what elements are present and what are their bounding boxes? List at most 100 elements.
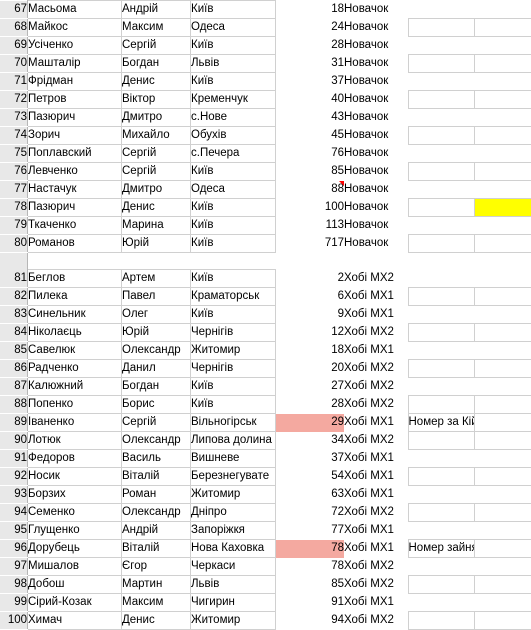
cell-number[interactable]: 18 (276, 342, 345, 360)
table-row[interactable]: 95ГлущенкоАндрійЗапоріжкя77Хобі МХ1 (0, 522, 531, 540)
table-row[interactable]: 77НастачукДмитроОдеса88Новачок (0, 181, 531, 199)
cell-category[interactable]: Новачок (344, 163, 408, 181)
cell-city[interactable]: Київ (191, 73, 276, 91)
cell-extra[interactable] (474, 163, 531, 181)
table-row[interactable]: 99Сірий-КозакМаксимЧигирин91Хобі МХ1 (0, 594, 531, 612)
cell-extra[interactable] (474, 594, 531, 612)
cell-note[interactable] (408, 360, 474, 378)
cell-extra[interactable] (474, 127, 531, 145)
cell-note[interactable] (408, 396, 474, 414)
table-row[interactable]: 90ЛотюкОлександрЛипова долина34Хобі МХ2 (0, 432, 531, 450)
cell-number[interactable]: 12 (276, 324, 345, 342)
cell-category[interactable]: Новачок (344, 19, 408, 37)
cell-surname[interactable]: Носик (28, 468, 122, 486)
table-row[interactable]: 82ПилекаПавелКраматорськ6Хобі МХ1 (0, 288, 531, 306)
cell-first-name[interactable]: Юрій (122, 324, 191, 342)
cell-first-name[interactable]: Олександр (122, 342, 191, 360)
cell-note[interactable] (408, 612, 474, 630)
cell-category[interactable]: Новачок (344, 181, 408, 199)
cell-first-name[interactable]: Олег (122, 306, 191, 324)
cell-category[interactable]: Новачок (344, 235, 408, 253)
cell-city[interactable]: Чернігів (191, 324, 276, 342)
cell-category[interactable]: Хобі МХ2 (344, 558, 408, 576)
cell-number[interactable]: 28 (276, 396, 345, 414)
row-header[interactable]: 75 (0, 145, 28, 163)
cell-note[interactable] (408, 91, 474, 109)
cell-first-name[interactable]: Андрій (122, 1, 191, 19)
row-header[interactable]: 95 (0, 522, 28, 540)
cell-number[interactable]: 717 (276, 235, 345, 253)
cell-surname[interactable]: Зорич (28, 127, 122, 145)
cell-extra[interactable] (474, 270, 531, 288)
cell-number[interactable]: 37 (276, 450, 345, 468)
cell-category[interactable]: Новачок (344, 1, 408, 19)
cell-surname[interactable]: Пазюрич (28, 109, 122, 127)
table-row[interactable]: 70МашталірБогданЛьвів31Новачок (0, 55, 531, 73)
row-header[interactable]: 81 (0, 270, 28, 288)
cell-number[interactable]: 34 (276, 432, 345, 450)
cell-note[interactable] (408, 109, 474, 127)
cell-first-name[interactable]: Денис (122, 199, 191, 217)
cell-first-name[interactable]: Андрій (122, 522, 191, 540)
cell-note[interactable] (408, 504, 474, 522)
cell-surname[interactable]: Левченко (28, 163, 122, 181)
cell-category[interactable]: Новачок (344, 73, 408, 91)
cell-city[interactable]: Одеса (191, 181, 276, 199)
cell-first-name[interactable]: Михайло (122, 127, 191, 145)
cell-category[interactable]: Хобі МХ2 (344, 396, 408, 414)
cell-number[interactable]: 63 (276, 486, 345, 504)
cell-surname[interactable]: Глущенко (28, 522, 122, 540)
cell-extra[interactable] (474, 145, 531, 163)
row-header[interactable]: 76 (0, 163, 28, 181)
cell-city[interactable]: Київ (191, 270, 276, 288)
cell-extra[interactable] (474, 612, 531, 630)
cell-extra[interactable] (474, 181, 531, 199)
cell-extra[interactable] (474, 342, 531, 360)
cell-first-name[interactable]: Віталій (122, 468, 191, 486)
row-header[interactable]: 70 (0, 55, 28, 73)
cell-first-name[interactable]: Павел (122, 288, 191, 306)
cell-note[interactable] (408, 486, 474, 504)
cell-category[interactable]: Хобі МХ1 (344, 522, 408, 540)
table-row[interactable]: 89ІваненкоСергійВільногірськ29Хобі МХ1Но… (0, 414, 531, 432)
cell-note[interactable] (408, 432, 474, 450)
row-header[interactable]: 98 (0, 576, 28, 594)
cell-category[interactable]: Хобі МХ2 (344, 576, 408, 594)
table-row[interactable]: 97МишаловЄгорЧеркаси78Хобі МХ2 (0, 558, 531, 576)
cell-extra[interactable] (474, 19, 531, 37)
cell-number[interactable]: 37 (276, 73, 345, 91)
cell-extra[interactable] (474, 235, 531, 253)
cell-category[interactable]: Новачок (344, 55, 408, 73)
cell-note[interactable] (408, 306, 474, 324)
cell-number[interactable]: 28 (276, 37, 345, 55)
cell-city[interactable]: Одеса (191, 19, 276, 37)
cell-category[interactable]: Хобі МХ1 (344, 342, 408, 360)
cell-surname[interactable]: Савелюк (28, 342, 122, 360)
row-header[interactable]: 92 (0, 468, 28, 486)
row-header[interactable]: 77 (0, 181, 28, 199)
cell-surname[interactable]: Синельник (28, 306, 122, 324)
row-header[interactable]: 87 (0, 378, 28, 396)
cell-extra[interactable] (474, 1, 531, 19)
cell-extra[interactable] (474, 55, 531, 73)
cell-category[interactable]: Хобі МХ2 (344, 324, 408, 342)
row-header[interactable]: 91 (0, 450, 28, 468)
cell-surname[interactable]: Попенко (28, 396, 122, 414)
cell-city[interactable]: Черкаси (191, 558, 276, 576)
row-header[interactable]: 72 (0, 91, 28, 109)
cell-note[interactable] (408, 181, 474, 199)
cell-surname[interactable]: Федоров (28, 450, 122, 468)
cell-note[interactable] (408, 576, 474, 594)
cell-extra[interactable] (474, 396, 531, 414)
cell-extra[interactable] (474, 37, 531, 55)
cell-note[interactable] (408, 127, 474, 145)
cell-city[interactable]: Кременчук (191, 91, 276, 109)
cell-city[interactable]: Київ (191, 37, 276, 55)
cell-first-name[interactable]: Василь (122, 450, 191, 468)
cell-city[interactable]: Київ (191, 378, 276, 396)
cell-number[interactable]: 76 (276, 145, 345, 163)
cell-first-name[interactable]: Сергій (122, 37, 191, 55)
cell-extra[interactable] (474, 504, 531, 522)
cell-surname[interactable]: Романов (28, 235, 122, 253)
cell-number-highlighted[interactable]: 78 (276, 540, 345, 558)
